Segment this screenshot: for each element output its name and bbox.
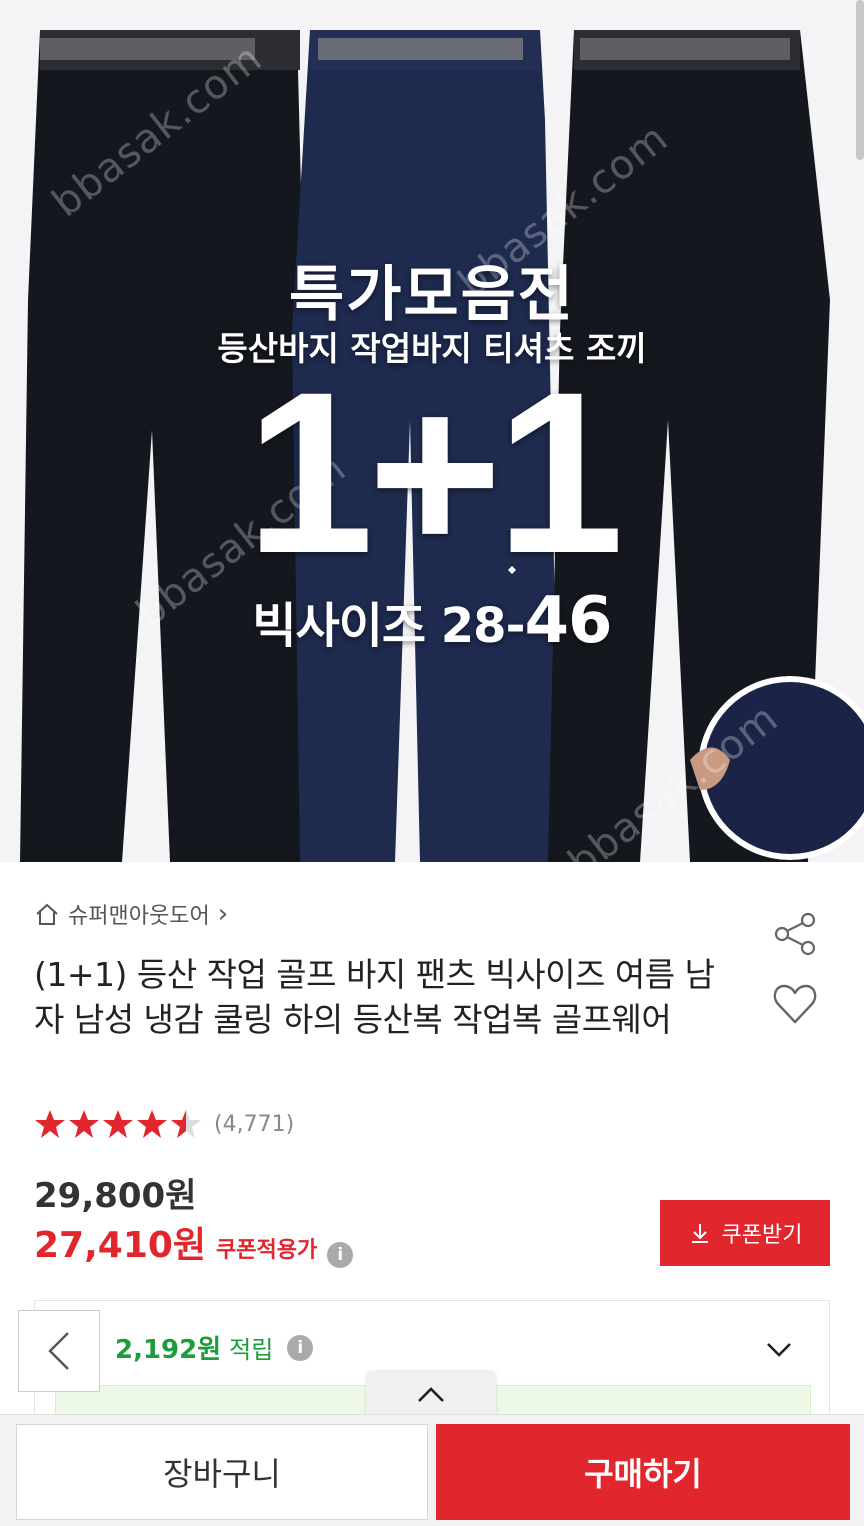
share-icon[interactable] — [770, 910, 820, 958]
add-to-cart-button[interactable]: 장바구니 — [16, 1424, 428, 1520]
review-count[interactable]: (4,771) — [214, 1112, 294, 1137]
chevron-right-icon: › — [217, 899, 229, 929]
get-coupon-label: 쿠폰받기 — [721, 1223, 803, 1248]
collapse-tab[interactable] — [366, 1372, 496, 1418]
star-icon — [137, 1110, 167, 1138]
hero-size-range: 빅사이즈 28-46 — [0, 584, 864, 658]
info-icon[interactable]: i — [287, 1334, 314, 1361]
star-icon — [35, 1110, 65, 1138]
points-label: 적립 — [229, 1336, 274, 1364]
product-title: (1+1) 등산 작업 골프 바지 팬츠 빅사이즈 여름 남자 남성 냉감 쿨링… — [34, 955, 715, 1039]
chevron-up-icon — [418, 1387, 444, 1402]
buy-now-button[interactable]: 구매하기 — [436, 1424, 850, 1520]
bottom-action-bar: 장바구니 구매하기 — [0, 1414, 864, 1526]
back-button[interactable] — [18, 1310, 100, 1392]
download-icon — [691, 1224, 708, 1243]
chevron-left-icon — [48, 1332, 69, 1370]
store-link[interactable]: 슈퍼맨아웃도어 › — [34, 898, 228, 930]
sale-price-row: 27,410원 쿠폰적용가 i — [34, 1216, 354, 1268]
hero-size-max: 46 — [524, 584, 613, 658]
info-icon[interactable]: i — [327, 1242, 354, 1268]
original-price: 29,800원 — [34, 1176, 197, 1216]
star-rating — [34, 1108, 202, 1140]
points-row: 2,192원 적립 i — [35, 1329, 829, 1366]
product-image[interactable]: bbasak.com bbasak.com bbasak.com bbasak.… — [0, 0, 864, 862]
star-icon — [69, 1110, 99, 1138]
home-icon — [36, 903, 58, 925]
heart-icon[interactable] — [770, 980, 820, 1028]
points-amount: 2,192원 — [115, 1335, 222, 1365]
hero-promo: 1+1 — [245, 344, 624, 601]
hero-title: 특가모음전 — [289, 260, 575, 330]
rating[interactable]: (4,771) — [34, 1108, 294, 1140]
sale-price: 27,410원 — [34, 1225, 207, 1266]
scrollbar[interactable] — [856, 0, 864, 160]
get-coupon-button[interactable]: 쿠폰받기 — [660, 1200, 830, 1266]
chevron-down-icon[interactable] — [765, 1341, 793, 1359]
star-icon — [171, 1110, 201, 1138]
hero-size-prefix: 빅사이즈 28- — [252, 598, 525, 654]
coupon-price-label: 쿠폰적용가 — [216, 1238, 318, 1263]
store-name: 슈퍼맨아웃도어 — [68, 904, 210, 929]
star-icon — [103, 1110, 133, 1138]
